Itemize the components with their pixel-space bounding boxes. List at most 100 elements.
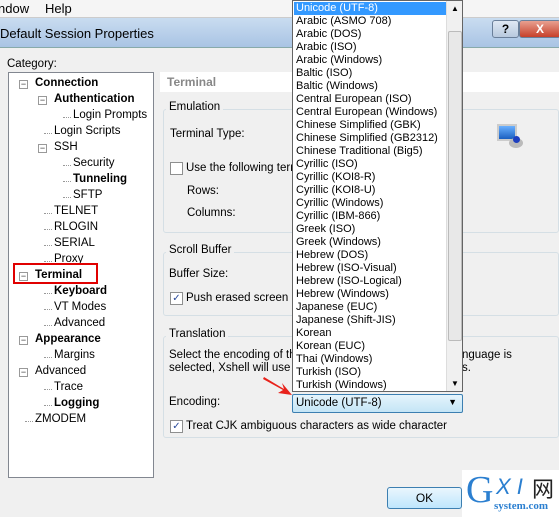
collapse-icon[interactable]: − — [38, 96, 47, 105]
watermark-logo: G X I 网 system.com — [462, 469, 559, 517]
tree-connector — [44, 325, 52, 326]
dropdown-option[interactable]: Turkish (ISO) — [294, 366, 446, 379]
collapse-icon[interactable]: − — [19, 368, 28, 377]
ok-button[interactable]: OK — [387, 487, 462, 509]
tree-connector — [44, 309, 52, 310]
scroll-up-icon[interactable]: ▲ — [451, 4, 459, 13]
dropdown-option[interactable]: Arabic (DOS) — [294, 28, 446, 41]
tree-connector — [44, 293, 52, 294]
collapse-icon[interactable]: − — [38, 144, 47, 153]
tree-item[interactable]: SFTP — [73, 189, 102, 201]
tree-item[interactable]: RLOGIN — [54, 221, 98, 233]
use-following-checkbox[interactable] — [170, 162, 183, 175]
terminal-computer-icon — [495, 122, 525, 152]
dropdown-option[interactable]: Hebrew (Windows) — [294, 288, 446, 301]
menu-window[interactable]: ndow — [0, 1, 29, 16]
dropdown-option[interactable]: Arabic (Windows) — [294, 54, 446, 67]
dropdown-option[interactable]: Hebrew (DOS) — [294, 249, 446, 262]
dropdown-option[interactable]: Korean — [294, 327, 446, 340]
encoding-label: Encoding: — [169, 396, 221, 408]
close-button[interactable]: X — [519, 20, 559, 38]
columns-label: Columns: — [187, 207, 236, 219]
dropdown-option[interactable]: Chinese Simplified (GBK) — [294, 119, 446, 132]
tree-connector — [63, 181, 71, 182]
tree-connector — [44, 261, 52, 262]
tree-item[interactable]: Advanced — [54, 317, 105, 329]
dropdown-option[interactable]: Arabic (ASMO 708) — [294, 15, 446, 28]
encoding-value: Unicode (UTF-8) — [296, 397, 382, 409]
help-button[interactable]: ? — [492, 20, 519, 38]
dropdown-option[interactable]: Cyrillic (ISO) — [294, 158, 446, 171]
translation-desc-2b: s. — [462, 362, 471, 374]
tree-item[interactable]: Connection — [35, 77, 98, 89]
menu-help[interactable]: Help — [45, 1, 72, 16]
translation-desc-1b: nguage is — [462, 349, 512, 361]
dropdown-option[interactable]: Cyrillic (KOI8-U) — [294, 184, 446, 197]
dropdown-option[interactable]: Greek (Windows) — [294, 236, 446, 249]
tree-item[interactable]: Appearance — [35, 333, 101, 345]
dropdown-option[interactable]: Chinese Traditional (Big5) — [294, 145, 446, 158]
rows-label: Rows: — [187, 185, 219, 197]
tree-item[interactable]: Margins — [54, 349, 95, 361]
cjk-checkbox[interactable]: ✓ — [170, 420, 183, 433]
push-erased-checkbox[interactable]: ✓ — [170, 292, 183, 305]
tree-connector — [25, 421, 33, 422]
tree-connector — [63, 197, 71, 198]
scroll-down-icon[interactable]: ▼ — [451, 379, 459, 388]
tree-connector — [44, 357, 52, 358]
dropdown-option[interactable]: Chinese Simplified (GB2312) — [294, 132, 446, 145]
tree-item[interactable]: Advanced — [35, 365, 86, 377]
dropdown-option[interactable]: Cyrillic (IBM-866) — [294, 210, 446, 223]
collapse-icon[interactable]: − — [19, 80, 28, 89]
dropdown-option[interactable]: Korean (EUC) — [294, 340, 446, 353]
window-title: Default Session Properties — [0, 26, 154, 41]
tree-connector — [44, 213, 52, 214]
translation-desc-2: selected, Xshell will use th — [169, 362, 304, 374]
tree-item[interactable]: VT Modes — [54, 301, 106, 313]
tree-item[interactable]: SSH — [54, 141, 78, 153]
encoding-select[interactable]: Unicode (UTF-8) ▼ — [292, 394, 463, 413]
scrollbar-thumb[interactable] — [448, 31, 462, 341]
tree-item[interactable]: ZMODEM — [35, 413, 86, 425]
collapse-icon[interactable]: − — [19, 336, 28, 345]
dropdown-option[interactable]: Central European (Windows) — [294, 106, 446, 119]
terminal-highlight-box — [13, 263, 98, 284]
buffer-size-label: Buffer Size: — [169, 268, 229, 280]
dropdown-scrollbar[interactable]: ▲ ▼ — [446, 1, 462, 391]
tree-item[interactable]: Security — [73, 157, 115, 169]
dropdown-option[interactable]: Unicode (UTF-8) — [294, 2, 446, 15]
translation-desc-1: Select the encoding of the — [169, 349, 302, 361]
tree-item[interactable]: Keyboard — [54, 285, 107, 297]
dropdown-option[interactable]: Japanese (EUC) — [294, 301, 446, 314]
tree-connector — [44, 245, 52, 246]
dropdown-option[interactable]: Cyrillic (KOI8-R) — [294, 171, 446, 184]
terminal-type-label: Terminal Type: — [170, 128, 245, 140]
tree-item[interactable]: TELNET — [54, 205, 98, 217]
tree-connector — [44, 405, 52, 406]
tree-item[interactable]: Tunneling — [73, 173, 127, 185]
dropdown-option[interactable]: Arabic (ISO) — [294, 41, 446, 54]
category-label: Category: — [7, 58, 57, 70]
tree-item[interactable]: Authentication — [54, 93, 135, 105]
dropdown-option[interactable]: Turkish (Windows) — [294, 379, 446, 391]
dropdown-option[interactable]: Cyrillic (Windows) — [294, 197, 446, 210]
dropdown-option[interactable]: Baltic (ISO) — [294, 67, 446, 80]
encoding-dropdown-list[interactable]: ▲ ▼ Unicode (UTF-8) Arabic (ASMO 708) Arab… — [292, 0, 463, 392]
tree-connector — [44, 229, 52, 230]
dropdown-option[interactable]: Hebrew (ISO-Logical) — [294, 275, 446, 288]
dropdown-option[interactable]: Thai (Windows) — [294, 353, 446, 366]
push-erased-label: Push erased screen int — [186, 292, 304, 304]
cjk-label: Treat CJK ambiguous characters as wide c… — [186, 420, 447, 432]
tree-item[interactable]: Login Prompts — [73, 109, 147, 121]
dropdown-option[interactable]: Greek (ISO) — [294, 223, 446, 236]
tree-item[interactable]: Login Scripts — [54, 125, 120, 137]
translation-title: Translation — [166, 328, 229, 340]
dropdown-option[interactable]: Hebrew (ISO-Visual) — [294, 262, 446, 275]
tree-item[interactable]: Logging — [54, 397, 99, 409]
dropdown-option[interactable]: Central European (ISO) — [294, 93, 446, 106]
dropdown-option[interactable]: Baltic (Windows) — [294, 80, 446, 93]
dropdown-option[interactable]: Japanese (Shift-JIS) — [294, 314, 446, 327]
tree-item[interactable]: SERIAL — [54, 237, 95, 249]
tree-item[interactable]: Trace — [54, 381, 83, 393]
chevron-down-icon: ▼ — [448, 397, 457, 407]
